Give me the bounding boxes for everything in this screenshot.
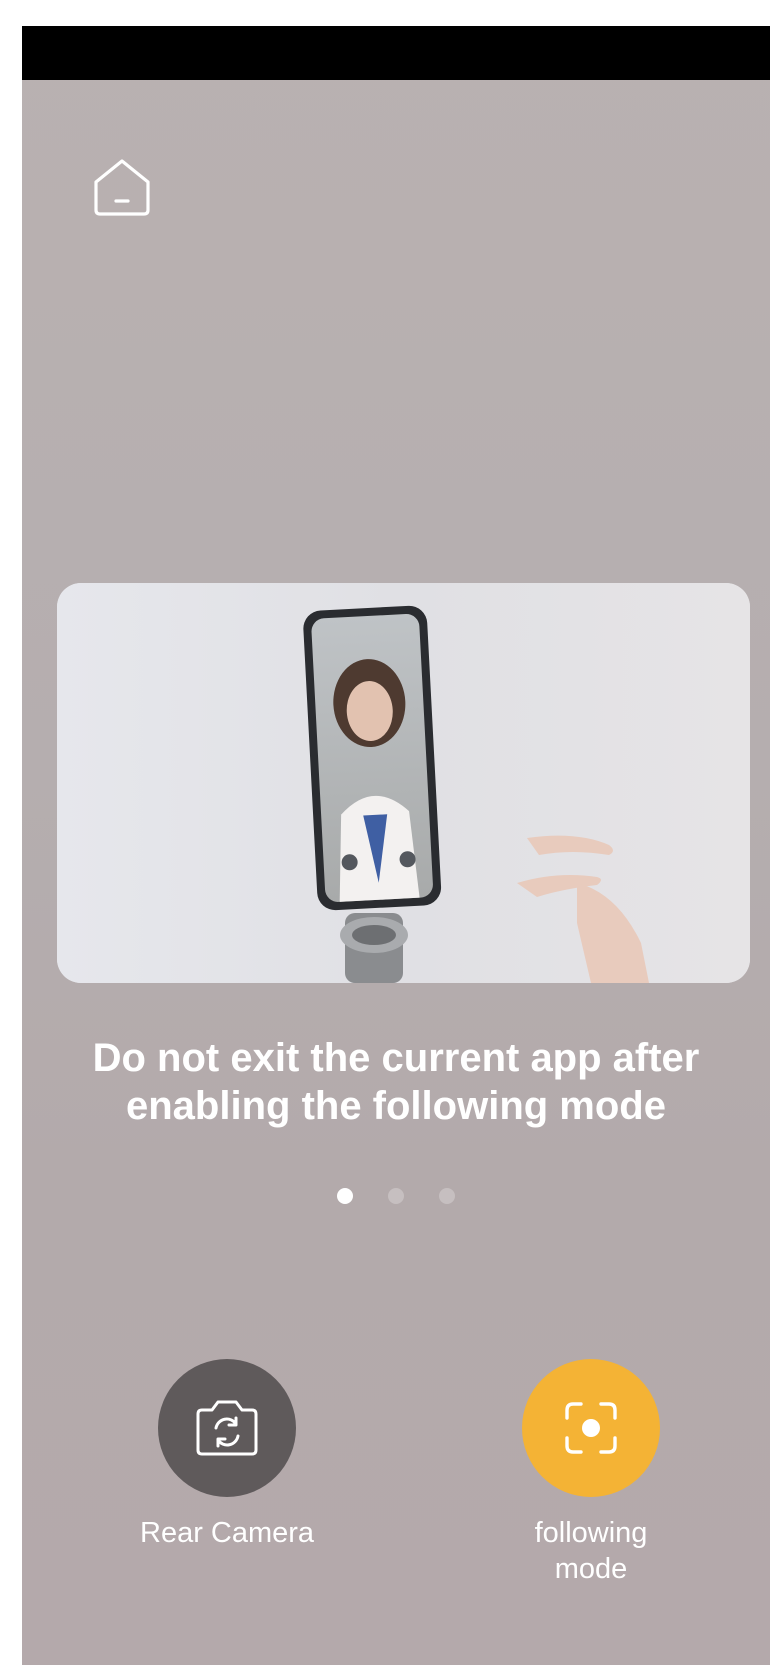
focus-target-icon <box>565 1402 617 1454</box>
home-button[interactable] <box>82 146 162 226</box>
following-mode-label-line-2: mode <box>554 1553 628 1585</box>
rear-camera-button[interactable]: Rear Camera <box>140 1359 314 1551</box>
carousel-dot-1[interactable] <box>337 1188 353 1204</box>
guide-screen: Do not exit the current app after enabli… <box>22 26 770 1665</box>
carousel-dot-3[interactable] <box>439 1188 455 1204</box>
carousel-dot-2[interactable] <box>388 1188 404 1204</box>
instruction-title: Do not exit the current app after enabli… <box>22 1034 770 1130</box>
following-mode-circle[interactable] <box>522 1359 660 1497</box>
tutorial-preview-image <box>57 583 750 983</box>
following-mode-label-line-1: following <box>534 1517 648 1549</box>
following-mode-label: following mode <box>535 1515 648 1587</box>
rear-camera-label: Rear Camera <box>140 1517 315 1549</box>
instruction-title-line-2: enabling the following mode <box>126 1084 666 1128</box>
app-frame: Do not exit the current app after enabli… <box>0 0 770 1665</box>
carousel-indicator <box>22 1188 770 1204</box>
status-bar <box>22 26 770 80</box>
rear-camera-circle[interactable] <box>158 1359 297 1497</box>
home-icon <box>94 159 150 216</box>
following-mode-button[interactable]: following mode <box>522 1359 660 1587</box>
camera-switch-icon <box>196 1400 258 1456</box>
instruction-title-line-1: Do not exit the current app after <box>92 1036 700 1080</box>
